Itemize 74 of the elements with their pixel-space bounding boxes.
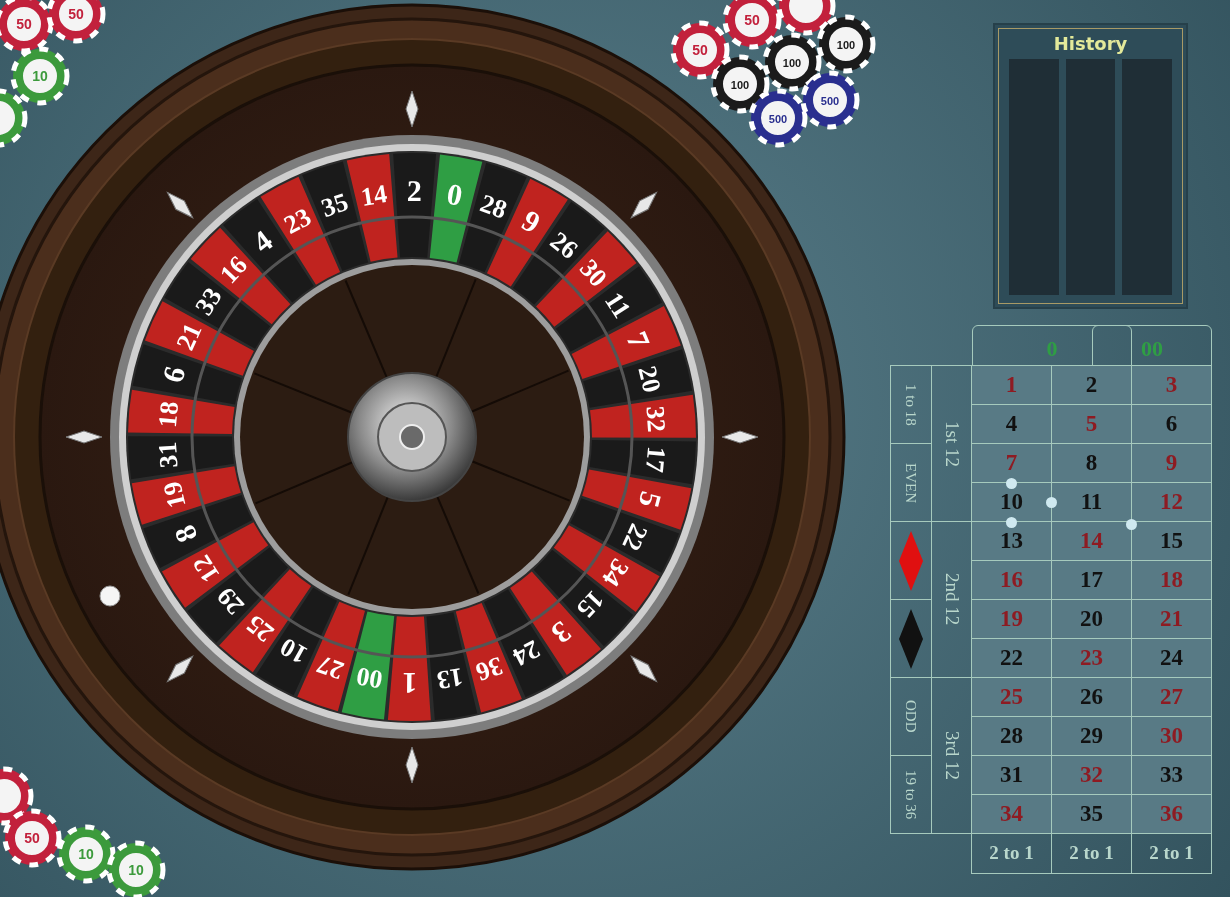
pocket-number: 9 (516, 203, 546, 240)
column-bet[interactable]: 2 to 1 (971, 833, 1052, 874)
pocket-number: 27 (313, 649, 348, 686)
number-bet[interactable]: 24 (1131, 638, 1212, 678)
number-bet[interactable]: 28 (971, 716, 1052, 756)
number-bet[interactable]: 29 (1051, 716, 1132, 756)
chip-value: 10 (128, 862, 144, 878)
pocket-number: 14 (358, 179, 390, 212)
chip-value: 500 (820, 95, 840, 107)
pocket-number: 36 (472, 651, 507, 687)
chip-value: 50 (24, 830, 40, 846)
bet-marker-icon (1006, 517, 1017, 528)
pocket-number: 19 (157, 478, 192, 511)
chip-value: 50 (16, 16, 32, 32)
pocket-number: 00 (354, 661, 385, 695)
bet-marker-icon (1046, 497, 1057, 508)
chip-value: 50 (744, 12, 760, 28)
diamond-icon (166, 655, 194, 683)
number-bet[interactable]: 4 (971, 404, 1052, 444)
number-bet[interactable]: 20 (1051, 599, 1132, 639)
bet-marker-icon (1006, 478, 1017, 489)
pocket-number: 13 (434, 662, 466, 695)
pocket-number: 7 (620, 326, 657, 354)
number-bet[interactable]: 33 (1131, 755, 1212, 795)
chip-value: 100 (730, 79, 750, 91)
pocket-number: 21 (170, 318, 208, 355)
chip-value: 100 (836, 39, 856, 51)
column-bet[interactable]: 2 to 1 (1131, 833, 1212, 874)
number-bet[interactable]: 8 (1051, 443, 1132, 483)
pocket-number: 24 (508, 634, 545, 672)
pocket-number: 0 (444, 176, 466, 212)
roulette-ball (99, 585, 121, 607)
diamond-icon (405, 746, 419, 784)
pocket-number: 2 (406, 173, 422, 208)
diamond-icon (166, 191, 194, 219)
diamond-icon (65, 430, 103, 444)
history-title: History (1052, 32, 1129, 56)
number-bet[interactable]: 22 (971, 638, 1052, 678)
pocket-number: 20 (632, 363, 667, 396)
diamond-icon (630, 655, 658, 683)
diamond-icon (630, 191, 658, 219)
chip-value: 100 (782, 57, 802, 69)
number-bet[interactable]: 15 (1131, 521, 1212, 561)
pocket-number: 5 (632, 488, 669, 512)
number-bet[interactable]: 31 (971, 755, 1052, 795)
chip-value: 50 (692, 42, 708, 58)
number-bet[interactable]: 2 (1051, 365, 1132, 405)
diamond-icon (721, 430, 759, 444)
pocket-number: 35 (317, 187, 352, 223)
number-bet[interactable]: 6 (1131, 404, 1212, 444)
pocket-number: 32 (640, 405, 672, 434)
pocket-number: 28 (476, 188, 511, 225)
pocket-number: 6 (155, 362, 192, 386)
pocket-number: 23 (279, 202, 316, 240)
number-bet[interactable]: 10 (971, 482, 1052, 522)
pocket-number: 18 (152, 400, 185, 429)
chip-value: 500 (768, 113, 788, 125)
pocket-number: 8 (167, 520, 204, 548)
number-bet[interactable]: 35 (1051, 794, 1132, 834)
pocket-number: 22 (616, 519, 654, 556)
outside-bet[interactable]: 1 to 18 (890, 365, 932, 444)
outside-bet[interactable]: 19 to 36 (890, 755, 932, 834)
pocket-number: 31 (152, 440, 184, 469)
chip-value: 10 (32, 68, 48, 84)
number-bet[interactable]: 26 (1051, 677, 1132, 717)
pocket-number: 17 (639, 445, 672, 474)
diamond-icon (405, 90, 419, 128)
chip-value: 50 (68, 6, 84, 22)
bet-marker-icon (1126, 519, 1137, 530)
chip-value: 10 (78, 846, 94, 862)
number-bet[interactable]: 17 (1051, 560, 1132, 600)
pocket-number: 1 (402, 666, 418, 701)
number-bet[interactable]: 13 (971, 521, 1052, 561)
number-bet[interactable]: 11 (1051, 482, 1132, 522)
